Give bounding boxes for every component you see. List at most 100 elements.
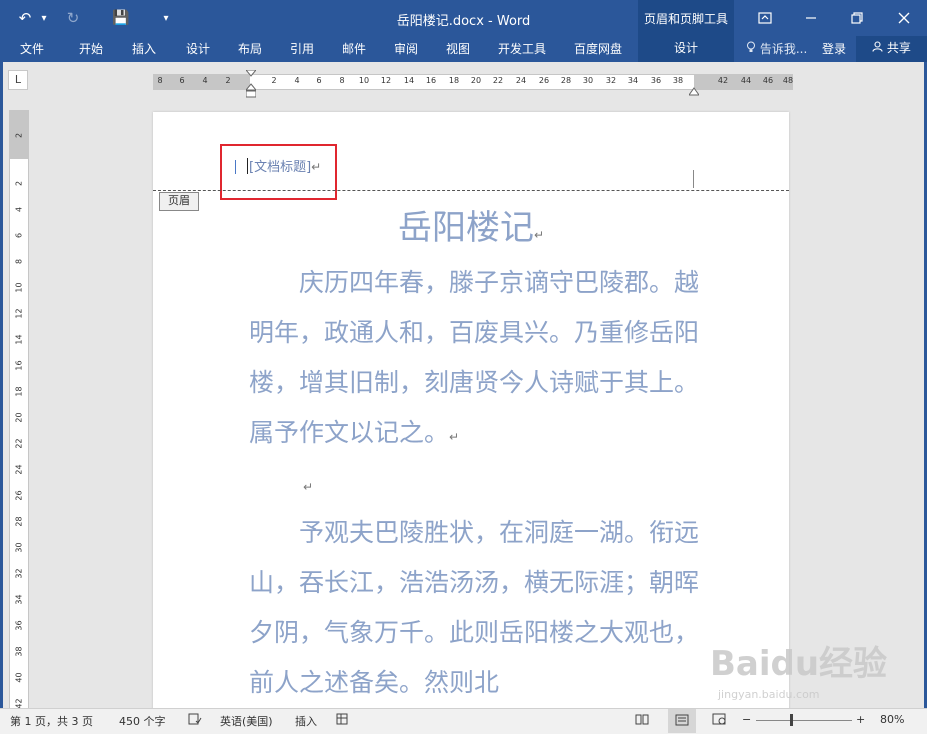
lightbulb-icon	[746, 41, 760, 56]
ruler-tick: 24	[515, 76, 527, 85]
header-separator	[153, 190, 789, 191]
ruler-tick: 40	[14, 672, 24, 683]
right-indent-marker[interactable]	[688, 82, 700, 101]
ruler-tick: 26	[538, 76, 550, 85]
ruler-tick: 18	[448, 76, 460, 85]
watermark-logo-text: Baidu经验	[710, 644, 888, 684]
proofing-icon[interactable]	[188, 713, 202, 728]
ruler-tick: 48	[782, 76, 794, 85]
tell-me-box[interactable]: 告诉我...	[746, 40, 807, 57]
tab-developer[interactable]: 开发工具	[498, 40, 546, 57]
status-bar: 第 1 页，共 3 页 450 个字 英语(美国) 插入 − + 80%	[0, 708, 927, 734]
paragraph-mark: ↵	[449, 430, 460, 444]
ruler-tick: 34	[14, 594, 24, 605]
ruler-tick: 32	[605, 76, 617, 85]
ruler-tick: 16	[425, 76, 437, 85]
ruler-tick: 2	[271, 76, 277, 85]
context-tools-label: 页眉和页脚工具	[643, 12, 728, 26]
zoom-out-button[interactable]: −	[742, 713, 751, 726]
insert-mode[interactable]: 插入	[295, 713, 317, 729]
person-icon	[872, 41, 887, 55]
macro-record-icon[interactable]	[336, 713, 348, 728]
ruler-tick: 16	[14, 360, 24, 371]
restore-icon[interactable]	[834, 0, 880, 36]
ruler-tick: 24	[14, 464, 24, 475]
ruler-tick: 14	[14, 334, 24, 345]
tab-home[interactable]: 开始	[79, 40, 103, 57]
ruler-tick: 22	[14, 438, 24, 449]
ruler-tick: 8	[14, 258, 24, 265]
tab-header-footer-design[interactable]: 设计	[638, 36, 734, 62]
minimize-icon[interactable]	[788, 0, 834, 36]
share-button[interactable]: 共享	[856, 36, 927, 62]
ribbon-display-options-icon[interactable]	[742, 0, 788, 36]
paragraph-text: 庆历四年春，滕子京谪守巴陵郡。越明年，政通人和，百废具兴。乃重修岳阳楼，增其旧制…	[249, 268, 700, 447]
first-line-indent-marker[interactable]	[244, 69, 258, 102]
ruler-tick: 2	[225, 76, 231, 85]
header-right-margin-mark	[693, 170, 694, 188]
word-count[interactable]: 450 个字	[119, 713, 166, 729]
ruler-tick: 4	[294, 76, 300, 85]
ruler-tick: 28	[14, 516, 24, 527]
paragraph[interactable]: 予观夫巴陵胜状，在洞庭一湖。衔远山，吞长江，浩浩汤汤，横无际涯；朝晖夕阴，气象万…	[249, 508, 719, 700]
ruler-tick: 32	[14, 568, 24, 579]
share-label: 共享	[886, 41, 911, 55]
ruler-tick: 2	[14, 180, 24, 187]
paragraph-text: 予观夫巴陵胜状，在洞庭一湖。衔远山，吞长江，浩浩汤汤，横无际涯；朝晖夕阴，气象万…	[249, 518, 700, 697]
ruler-tick: 26	[14, 490, 24, 501]
ruler-tick: 42	[717, 76, 729, 85]
ruler-tick: 14	[403, 76, 415, 85]
tab-insert[interactable]: 插入	[132, 40, 156, 57]
ruler-tick: 8	[157, 76, 163, 85]
ruler-tick: 30	[14, 542, 24, 553]
vertical-ruler[interactable]: 2 2 4 6 8 10 12 14 16 18 20 22 24 26 28 …	[9, 110, 29, 708]
document-heading[interactable]: 岳阳楼记↵	[153, 200, 789, 249]
tab-references[interactable]: 引用	[290, 40, 314, 57]
ruler-tick: 18	[14, 386, 24, 397]
document-page[interactable]: [文档标题]↵ 页眉 岳阳楼记↵ 庆历四年春，滕子京谪守巴陵郡。越明年，政通人和…	[153, 112, 789, 708]
read-mode-icon[interactable]	[635, 713, 649, 728]
paragraph-mark: ↵	[533, 228, 545, 242]
ruler-tick: 4	[14, 206, 24, 213]
language[interactable]: 英语(美国)	[220, 713, 273, 729]
ruler-tick: 8	[339, 76, 345, 85]
baidu-watermark: Baidu经验 jingyan.baidu.com	[698, 636, 908, 706]
tab-file[interactable]: 文件	[20, 40, 44, 57]
watermark-url: jingyan.baidu.com	[718, 688, 820, 701]
web-layout-icon[interactable]	[712, 713, 726, 728]
sign-in-link[interactable]: 登录	[822, 40, 846, 57]
title-bar: ↶ ▾ ↻ 💾 ▾ 岳阳楼记.docx - Word 页眉和页脚工具	[0, 0, 927, 62]
tab-design[interactable]: 设计	[186, 40, 210, 57]
ruler-tick: 12	[380, 76, 392, 85]
zoom-in-button[interactable]: +	[856, 713, 865, 726]
tab-stop-selector[interactable]: L	[8, 70, 28, 90]
ruler-tick: 44	[740, 76, 752, 85]
tab-layout[interactable]: 布局	[238, 40, 262, 57]
zoom-slider-thumb[interactable]	[790, 714, 793, 726]
paragraph[interactable]: 庆历四年春，滕子京谪守巴陵郡。越明年，政通人和，百废具兴。乃重修岳阳楼，增其旧制…	[249, 258, 719, 462]
print-layout-icon[interactable]	[668, 709, 696, 733]
paragraph-mark: ↵	[303, 480, 314, 494]
highlight-box	[220, 144, 337, 200]
ruler-tick: 10	[14, 282, 24, 293]
ruler-tick: 2	[14, 132, 24, 139]
heading-text: 岳阳楼记	[397, 208, 534, 248]
page-count[interactable]: 第 1 页，共 3 页	[10, 713, 93, 729]
ruler-tick: 42	[14, 698, 24, 708]
tab-view[interactable]: 视图	[446, 40, 470, 57]
empty-paragraph[interactable]: ↵	[249, 458, 719, 512]
ruler-tick: 36	[650, 76, 662, 85]
zoom-slider[interactable]	[756, 720, 852, 721]
ruler-tick: 6	[316, 76, 322, 85]
close-icon[interactable]	[881, 0, 927, 36]
tab-baidu-netdisk[interactable]: 百度网盘	[574, 40, 622, 57]
document-workspace: L 8 6 4 2 2 4 6 8 10 12 14 16 18 20 22 2…	[0, 62, 927, 708]
ruler-tick: 6	[179, 76, 185, 85]
ruler-tick: 4	[202, 76, 208, 85]
tell-me-label: 告诉我...	[759, 42, 808, 56]
zoom-level[interactable]: 80%	[880, 713, 904, 726]
tab-mailings[interactable]: 邮件	[342, 40, 366, 57]
tab-review[interactable]: 审阅	[394, 40, 418, 57]
ruler-tick: 20	[14, 412, 24, 423]
ruler-tick: 28	[560, 76, 572, 85]
